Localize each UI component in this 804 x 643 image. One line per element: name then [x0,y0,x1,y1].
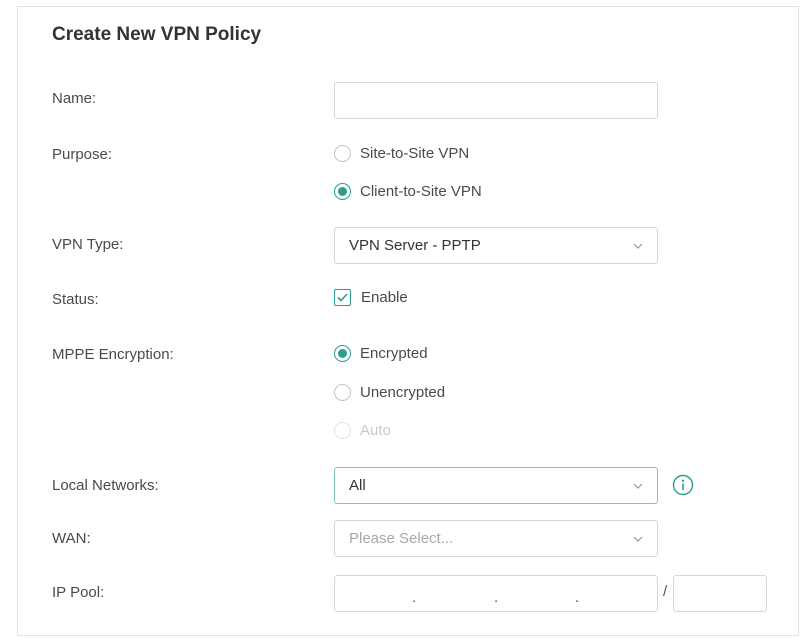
form-title: Create New VPN Policy [52,24,262,45]
checkbox-checked-icon [334,289,351,306]
radio-unchecked-icon [334,145,351,162]
radio-label: Unencrypted [360,384,446,401]
radio-label: Site-to-Site VPN [360,145,470,162]
name-input[interactable] [334,82,658,119]
ip-pool-mask-input[interactable] [673,575,767,612]
ip-pool-label: IP Pool: [52,584,105,601]
chevron-down-icon [633,483,643,489]
ip-mask-separator: / [663,583,668,600]
checkbox-label: Enable [361,289,408,306]
mppe-radio-auto: Auto [334,422,391,439]
ip-pool-address-input[interactable]: . . . [334,575,658,612]
radio-label: Encrypted [360,345,428,362]
mppe-radio-unencrypted[interactable]: Unencrypted [334,384,445,401]
wan-label: WAN: [52,530,91,547]
status-enable-checkbox[interactable]: Enable [334,289,408,306]
mppe-encryption-label: MPPE Encryption: [52,346,174,363]
vpn-type-value: VPN Server - PPTP [349,237,481,254]
chevron-down-icon [633,243,643,249]
mppe-radio-encrypted[interactable]: Encrypted [334,345,428,362]
ip-octet-separator: . [412,589,417,606]
local-networks-select[interactable]: All [334,467,658,504]
purpose-label: Purpose: [52,146,113,163]
info-icon[interactable] [672,474,694,496]
wan-select[interactable]: Please Select... [334,520,658,557]
radio-label: Client-to-Site VPN [360,183,482,200]
radio-label: Auto [360,422,391,439]
chevron-down-icon [633,536,643,542]
status-label: Status: [52,291,99,308]
ip-octet-separator: . [494,589,499,606]
wan-placeholder: Please Select... [349,530,454,547]
purpose-radio-client-to-site[interactable]: Client-to-Site VPN [334,183,482,200]
local-networks-label: Local Networks: [52,477,159,494]
radio-disabled-icon [334,422,351,439]
radio-checked-icon [334,345,351,362]
vpn-type-select[interactable]: VPN Server - PPTP [334,227,658,264]
radio-unchecked-icon [334,384,351,401]
radio-checked-icon [334,183,351,200]
purpose-radio-site-to-site[interactable]: Site-to-Site VPN [334,145,469,162]
name-label: Name: [52,90,97,107]
ip-octet-separator: . [575,589,580,606]
vpn-type-label: VPN Type: [52,236,124,253]
local-networks-value: All [349,477,366,494]
